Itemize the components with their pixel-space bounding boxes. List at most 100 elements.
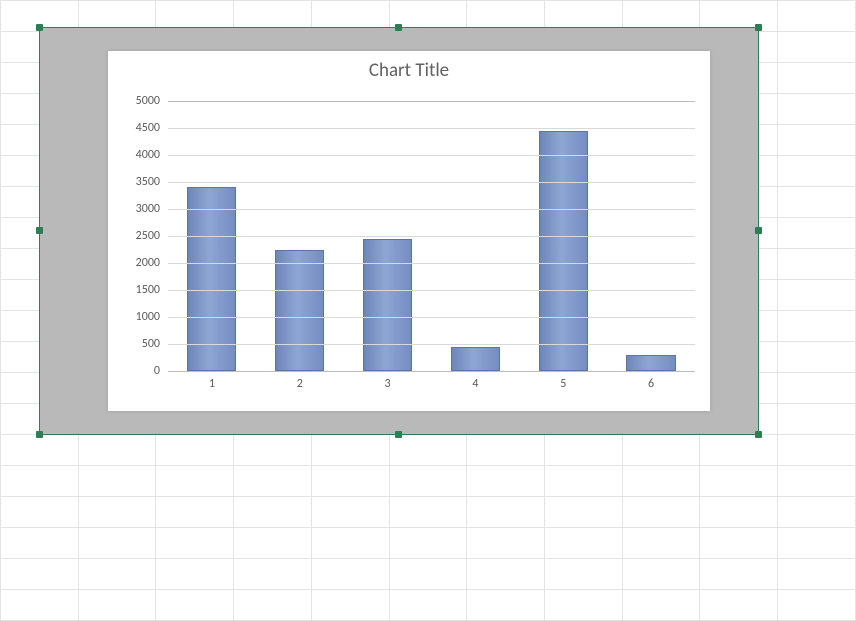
plot-area[interactable]: 123456 050010001500200025003000350040004… [168,101,695,371]
x-tick-label: 5 [519,371,607,391]
resize-handle-ml[interactable] [36,227,43,234]
bar[interactable] [539,131,588,371]
cell[interactable] [389,466,467,497]
cell[interactable] [311,435,389,466]
cell[interactable] [311,466,389,497]
cell[interactable] [156,497,234,528]
cell[interactable] [156,559,234,590]
cell[interactable] [778,187,856,218]
bar[interactable] [363,239,412,371]
cell[interactable] [234,466,312,497]
cell[interactable] [778,63,856,94]
cell[interactable] [156,466,234,497]
cell[interactable] [778,218,856,249]
cell[interactable] [778,497,856,528]
cell[interactable] [78,435,156,466]
cell[interactable] [778,94,856,125]
bar[interactable] [275,250,324,372]
cell[interactable] [311,590,389,621]
cell[interactable] [778,249,856,280]
cell[interactable] [1,559,79,590]
cell[interactable] [1,590,79,621]
bar[interactable] [451,347,500,371]
cell[interactable] [622,590,700,621]
cell[interactable] [700,590,778,621]
resize-handle-tr[interactable] [755,24,762,31]
cell[interactable] [467,435,545,466]
cell[interactable] [467,590,545,621]
y-tick-label: 2500 [136,229,168,243]
resize-handle-tm[interactable] [395,24,402,31]
cell[interactable] [622,559,700,590]
cell[interactable] [778,342,856,373]
cell[interactable] [778,32,856,63]
cell[interactable] [778,590,856,621]
cell[interactable] [311,559,389,590]
cell[interactable] [700,435,778,466]
resize-handle-bl[interactable] [36,431,43,438]
cell[interactable] [778,404,856,435]
y-tick-label: 1000 [136,310,168,324]
chart-object[interactable]: Chart Title 123456 050010001500200025003… [39,27,759,435]
cell[interactable] [1,435,79,466]
resize-handle-br[interactable] [755,431,762,438]
x-tick-label: 1 [168,371,256,391]
gridline [168,155,695,156]
cell[interactable] [622,435,700,466]
cell[interactable] [545,466,623,497]
cell[interactable] [778,466,856,497]
cell[interactable] [78,590,156,621]
cell[interactable] [545,435,623,466]
cell[interactable] [234,497,312,528]
x-tick-label: 4 [432,371,520,391]
resize-handle-tl[interactable] [36,24,43,31]
cell[interactable] [700,497,778,528]
cell[interactable] [778,373,856,404]
cell[interactable] [778,156,856,187]
gridline [168,290,695,291]
cell[interactable] [700,466,778,497]
chart-title[interactable]: Chart Title [108,51,710,82]
cell[interactable] [778,311,856,342]
cell[interactable] [545,590,623,621]
x-tick-label: 2 [256,371,344,391]
cell[interactable] [389,497,467,528]
gridline [168,371,695,372]
resize-handle-mr[interactable] [755,227,762,234]
cell[interactable] [311,497,389,528]
cell[interactable] [234,590,312,621]
cell[interactable] [234,435,312,466]
y-tick-label: 0 [154,364,168,378]
cell[interactable] [78,466,156,497]
cell[interactable] [78,559,156,590]
cell[interactable] [156,435,234,466]
resize-handle-bm[interactable] [395,431,402,438]
cell[interactable] [1,497,79,528]
cell[interactable] [778,435,856,466]
y-tick-label: 3500 [136,175,168,189]
cell[interactable] [467,559,545,590]
cell[interactable] [389,435,467,466]
cell[interactable] [389,559,467,590]
cell[interactable] [778,280,856,311]
cell[interactable] [622,497,700,528]
bar[interactable] [626,355,675,371]
gridline [168,209,695,210]
y-tick-label: 1500 [136,283,168,297]
cell[interactable] [467,466,545,497]
cell[interactable] [234,559,312,590]
cell[interactable] [1,466,79,497]
cell[interactable] [389,590,467,621]
cell[interactable] [467,497,545,528]
cell[interactable] [700,559,778,590]
cell[interactable] [778,559,856,590]
y-tick-label: 500 [142,337,168,351]
cell[interactable] [78,497,156,528]
cell[interactable] [545,559,623,590]
cell[interactable] [778,1,856,32]
cell[interactable] [778,125,856,156]
cell[interactable] [156,590,234,621]
cell[interactable] [545,497,623,528]
cell[interactable] [622,466,700,497]
chart-canvas[interactable]: Chart Title 123456 050010001500200025003… [108,51,710,411]
